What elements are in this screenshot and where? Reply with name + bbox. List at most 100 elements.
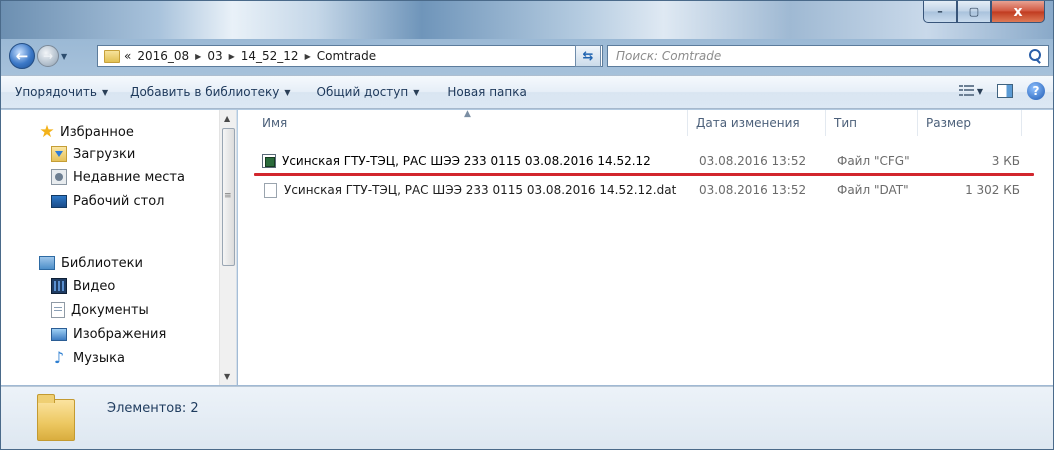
sidebar-item-label: Видео (73, 278, 116, 294)
share-label: Общий доступ (316, 85, 409, 99)
refresh-icon: ⇆ (582, 48, 594, 64)
file-type: Файл "CFG" (837, 154, 910, 168)
view-controls: ▼ ? (958, 82, 1045, 100)
column-header-name[interactable]: Имя ▲ (254, 109, 688, 136)
scroll-down-icon[interactable]: ▼ (224, 372, 230, 381)
chevron-down-icon: ▼ (413, 87, 420, 97)
sidebar-item-label: Недавние места (73, 169, 185, 185)
chevron-down-icon: ▼ (101, 87, 109, 97)
sidebar-item-documents[interactable]: Документы (51, 299, 149, 321)
sidebar-item-desktop[interactable]: Рабочий стол (51, 190, 164, 212)
file-name-cell[interactable]: Усинская ГТУ-ТЭЦ, РАС ШЭЭ 233 0115 03.08… (262, 150, 651, 172)
column-header-label: Размер (926, 116, 972, 130)
column-header-label: Тип (834, 116, 857, 130)
add-to-library-label: Добавить в библиотеку (130, 85, 280, 99)
file-name: Усинская ГТУ-ТЭЦ, РАС ШЭЭ 233 0115 03.08… (282, 154, 651, 168)
star-icon: ★ (39, 122, 55, 142)
sidebar-item-video[interactable]: Видео (51, 275, 115, 297)
sidebar-item-label: Библиотеки (61, 255, 143, 271)
file-name-cell[interactable]: Усинская ГТУ-ТЭЦ, РАС ШЭЭ 233 0115 03.08… (264, 179, 676, 201)
title-bar (1, 1, 1053, 39)
search-placeholder: Поиск: Comtrade (616, 49, 722, 63)
organize-menu[interactable]: Упорядочить ▼ (15, 85, 108, 99)
scroll-up-icon[interactable]: ▲ (224, 114, 230, 123)
sidebar-item-music[interactable]: ♪ Музыка (51, 347, 125, 369)
folder-icon (37, 394, 75, 441)
sort-ascending-icon: ▲ (464, 109, 471, 119)
item-count: Элементов: 2 (107, 401, 199, 416)
sidebar-item-label: Музыка (73, 350, 125, 366)
forward-button[interactable]: → (37, 45, 59, 67)
search-icon[interactable] (1028, 49, 1042, 63)
new-folder-button[interactable]: Новая папка (447, 85, 526, 99)
sidebar-item-favorites[interactable]: ★ Избранное (39, 121, 134, 143)
images-library-icon (51, 327, 67, 341)
breadcrumb-03[interactable]: 03 (207, 49, 222, 63)
address-bar[interactable]: « 2016_08 ▶ 03 ▶ 14_52_12 ▶ Comtrade ▼ (97, 45, 603, 67)
breadcrumb-separator-icon[interactable]: ▶ (229, 52, 235, 61)
sidebar-item-label: Избранное (60, 124, 134, 140)
explorer-window: – ▢ x ← → ▼ « 2016_08 ▶ 03 ▶ 14_52_12 ▶ … (0, 0, 1054, 450)
breadcrumb-overflow[interactable]: « (124, 49, 131, 63)
folder-icon (104, 49, 120, 63)
downloads-folder-icon (51, 146, 67, 162)
recent-pages-dropdown[interactable]: ▼ (61, 52, 71, 62)
back-button[interactable]: ← (9, 43, 35, 69)
organize-label: Упорядочить (15, 85, 97, 99)
breadcrumb-comtrade[interactable]: Comtrade (317, 49, 376, 63)
recent-places-icon (51, 169, 67, 185)
sidebar-item-label: Загрузки (73, 146, 136, 162)
change-view-icon[interactable] (958, 85, 974, 97)
column-header-label: Дата изменения (696, 116, 800, 130)
command-bar: Упорядочить ▼ Добавить в библиотеку ▼ Общи… (1, 75, 1053, 109)
add-to-library-menu[interactable]: Добавить в библиотеку ▼ (130, 85, 290, 99)
file-size: 1 302 КБ (965, 183, 1020, 197)
caption-buttons: – ▢ x (923, 1, 1045, 23)
column-header-type[interactable]: Тип (826, 110, 918, 136)
share-menu[interactable]: Общий доступ ▼ (317, 85, 420, 99)
video-library-icon (51, 278, 67, 294)
sidebar-item-label: Изображения (73, 326, 167, 342)
chevron-down-icon[interactable]: ▼ (977, 87, 983, 96)
sidebar-item-images[interactable]: Изображения (51, 323, 166, 345)
preview-pane-icon[interactable] (997, 84, 1013, 98)
breadcrumb-14-52-12[interactable]: 14_52_12 (241, 49, 299, 63)
new-folder-label: Новая папка (447, 85, 527, 99)
dat-file-icon (264, 182, 277, 198)
file-date: 03.08.2016 13:52 (699, 154, 807, 168)
column-header-size[interactable]: Размер (918, 110, 1022, 136)
refresh-button[interactable]: ⇆ (575, 45, 601, 67)
breadcrumb-separator-icon[interactable]: ▶ (305, 52, 311, 61)
chevron-down-icon: ▼ (284, 87, 291, 97)
search-input[interactable]: Поиск: Comtrade (607, 45, 1049, 67)
table-row[interactable]: Усинская ГТУ-ТЭЦ, РАС ШЭЭ 233 0115 03.08… (238, 179, 1028, 201)
desktop-icon (51, 194, 67, 208)
table-row[interactable]: Усинская ГТУ-ТЭЦ, РАС ШЭЭ 233 0115 03.08… (238, 150, 1028, 172)
breadcrumb-2016-08[interactable]: 2016_08 (137, 49, 189, 63)
details-pane: Элементов: 2 (1, 386, 1053, 449)
sidebar-item-label: Документы (71, 302, 149, 318)
file-type: Файл "DAT" (837, 183, 909, 197)
file-date: 03.08.2016 13:52 (699, 183, 807, 197)
minimize-button[interactable]: – (923, 1, 957, 23)
column-header-label: Имя (262, 116, 288, 130)
back-arrow-icon: ← (15, 47, 29, 65)
breadcrumb-separator-icon[interactable]: ▶ (195, 52, 201, 61)
sidebar-scrollbar[interactable]: ▲ ≡ ▼ (219, 110, 236, 385)
sidebar-item-downloads[interactable]: Загрузки (51, 143, 135, 165)
scrollbar-grip-icon: ≡ (224, 191, 232, 201)
sidebar-item-libraries[interactable]: Библиотеки (39, 252, 143, 274)
sidebar-item-label: Рабочий стол (73, 193, 165, 209)
sidebar-item-recent[interactable]: Недавние места (51, 166, 185, 188)
forward-arrow-icon: → (42, 49, 54, 63)
maximize-button[interactable]: ▢ (957, 1, 991, 23)
column-header-date[interactable]: Дата изменения (688, 110, 826, 136)
navigation-bar: ← → ▼ « 2016_08 ▶ 03 ▶ 14_52_12 ▶ Comtra… (1, 39, 1053, 73)
close-button[interactable]: x (991, 1, 1045, 23)
music-note-icon: ♪ (53, 348, 65, 367)
red-highlight-underline (254, 173, 1034, 176)
help-icon[interactable]: ? (1027, 82, 1045, 100)
cfg-file-icon (262, 154, 276, 168)
file-size: 3 КБ (991, 154, 1020, 168)
navigation-pane: ★ Избранное Загрузки Недавние места Рабо… (1, 110, 237, 385)
